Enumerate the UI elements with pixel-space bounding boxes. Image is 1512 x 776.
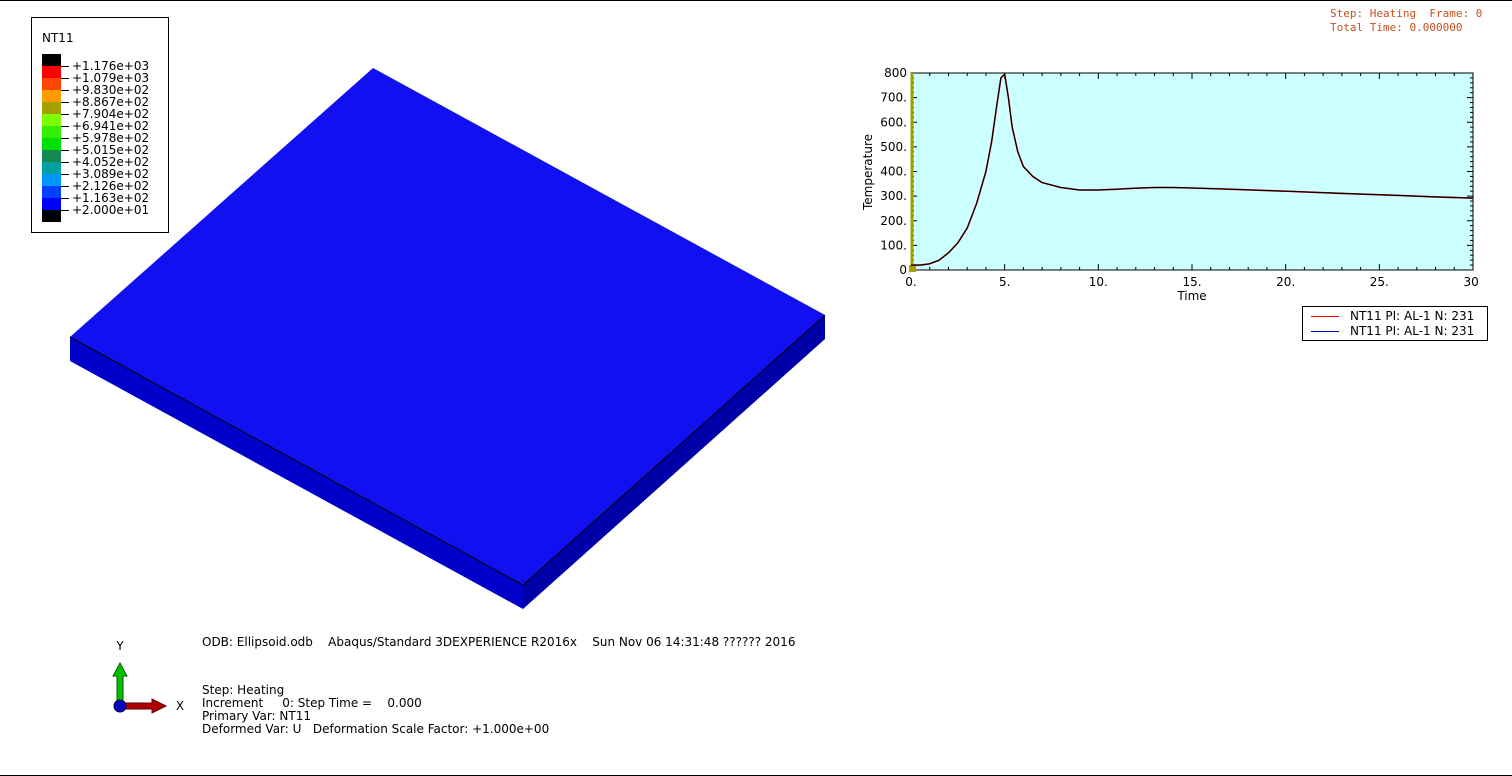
total-time-label: Total Time: 0.000000 (1330, 21, 1463, 34)
plate-top-face (70, 68, 825, 585)
viewport[interactable]: NT11 +1.176e+03 +1.079e+03 +9.830e+02 +8.86… (0, 0, 1512, 776)
y-tick-label: 700. (880, 91, 907, 105)
x-tick-label: 25. (1370, 275, 1389, 289)
y-axis-label: Temperature (861, 134, 875, 211)
x-tick-label: 0. (905, 275, 916, 289)
plate-model[interactable] (0, 1, 840, 621)
x-axis-label: Time (1176, 289, 1206, 303)
time-cursor-marker (909, 265, 916, 272)
series-2-label: NT11 PI: AL-1 N: 231 (1350, 324, 1475, 338)
series-1-label: NT11 PI: AL-1 N: 231 (1350, 309, 1475, 323)
chart-legend: NT11 PI: AL-1 N: 231 NT11 PI: AL-1 N: 23… (1302, 306, 1488, 341)
y-tick-label: 200. (880, 214, 907, 228)
y-tick-label: 800 (884, 66, 907, 80)
chart-legend-row: NT11 PI: AL-1 N: 231 (1303, 324, 1489, 338)
triad-x-label: X (176, 699, 184, 713)
y-tick-label: 600. (880, 115, 907, 129)
x-tick-label: 15. (1182, 275, 1201, 289)
deformed-var-line: Deformed Var: U Deformation Scale Factor… (202, 722, 550, 736)
y-tick-label: 100. (880, 238, 907, 252)
y-tick-label: 400. (880, 165, 907, 179)
triad-origin (113, 699, 127, 713)
triad-y-label: Y (115, 639, 124, 653)
axis-triad: Y X (112, 639, 184, 714)
x-tick-label: 20. (1276, 275, 1295, 289)
series-1-swatch (1311, 316, 1339, 317)
step-frame-label: Step: Heating Frame: 0 (1330, 7, 1483, 20)
x-tick-label: 5. (999, 275, 1010, 289)
xy-chart[interactable]: 0. 5. 10. 15. 20. 25. 30. 0 100. 200. 300. 400. 500.… (860, 63, 1480, 313)
step-info-block: Step: Heating Increment 0: Step Time = 0.… (202, 684, 549, 736)
y-tick-label: 300. (880, 189, 907, 203)
x-tick-label: 10. (1089, 275, 1108, 289)
odb-info-line: ODB: Ellipsoid.odb Abaqus/Standard 3DEXP… (202, 635, 796, 649)
x-tick-label: 30. (1463, 275, 1480, 289)
triad-x-arrow (120, 698, 168, 714)
y-tick-label: 0 (899, 263, 907, 277)
chart-legend-row: NT11 PI: AL-1 N: 231 (1303, 309, 1489, 323)
y-tick-label: 500. (880, 140, 907, 154)
series-2-swatch (1311, 331, 1339, 332)
plot-area (910, 72, 1474, 271)
